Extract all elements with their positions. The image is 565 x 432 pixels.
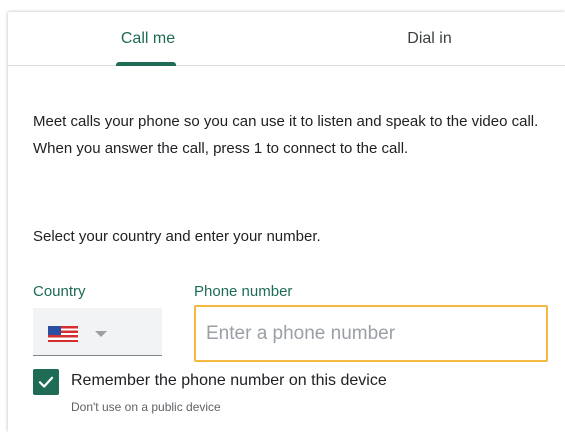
public-device-hint: Don't use on a public device [71, 400, 221, 414]
dropdown-arrow-icon [95, 331, 107, 337]
instruction-text: Select your country and enter your numbe… [33, 228, 321, 245]
tab-dial-in[interactable]: Dial in [294, 12, 565, 66]
call-me-description: Meet calls your phone so you can use it … [33, 113, 539, 157]
tab-call-me[interactable]: Call me [8, 12, 288, 66]
checkmark-icon [38, 376, 54, 388]
tab-dial-in-label: Dial in [407, 30, 452, 47]
active-tab-indicator [116, 62, 176, 66]
phone-number-label: Phone number [194, 283, 293, 300]
country-select[interactable] [33, 308, 162, 356]
remember-label: Remember the phone number on this device [71, 372, 387, 389]
tab-call-me-label: Call me [120, 30, 176, 47]
us-flag-icon [48, 326, 78, 342]
tab-bar: Call me Dial in [8, 12, 565, 66]
country-label: Country [33, 283, 86, 300]
remember-checkbox[interactable] [33, 369, 59, 395]
call-me-panel: Call me Dial in Meet calls your phone so… [8, 12, 565, 432]
phone-number-input[interactable] [194, 305, 548, 362]
